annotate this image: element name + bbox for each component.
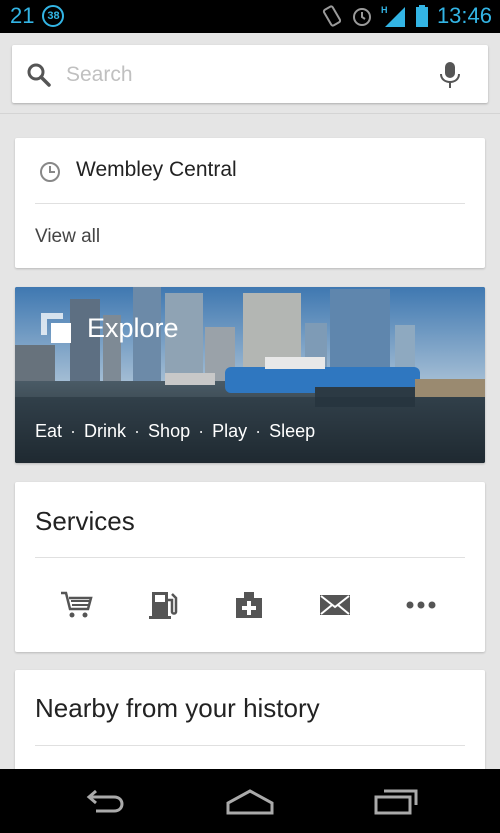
shopping-cart-icon: [61, 591, 93, 618]
explore-link-sleep[interactable]: Sleep: [269, 421, 315, 442]
rotation-lock-icon: [322, 5, 342, 27]
explore-link-eat[interactable]: Eat: [35, 421, 62, 442]
mail-icon: [320, 595, 350, 615]
separator-dot: ·: [134, 421, 141, 441]
card-divider: [35, 203, 465, 204]
home-button[interactable]: [222, 783, 278, 819]
microphone-icon[interactable]: [438, 61, 462, 89]
status-left: 21 38: [10, 3, 65, 29]
explore-link-play[interactable]: Play: [212, 421, 247, 442]
gas-station-service-button[interactable]: [133, 575, 193, 635]
card-divider: [35, 745, 465, 746]
gas-station-icon: [149, 592, 178, 619]
recent-place-item[interactable]: Wembley Central: [76, 158, 237, 182]
status-bar: 21 38 H 13:46: [0, 0, 500, 33]
explore-link-shop[interactable]: Shop: [148, 421, 190, 442]
services-row: [15, 575, 485, 635]
alarm-icon: [352, 8, 371, 26]
notification-badge: 38: [42, 5, 65, 27]
history-clock-icon: [40, 162, 60, 182]
card-divider: [35, 557, 465, 558]
signal-icon: H: [381, 5, 405, 27]
nearby-title: Nearby from your history: [35, 693, 320, 723]
back-button[interactable]: [76, 783, 132, 819]
explore-card[interactable]: Explore Eat · Drink · Shop · Play · Slee…: [15, 287, 485, 463]
explore-title: Explore: [87, 313, 179, 343]
clock-time: 13:46: [436, 3, 492, 28]
divider: [0, 113, 500, 114]
search-input[interactable]: [64, 59, 428, 91]
network-type: H: [381, 5, 388, 15]
search-icon: [27, 63, 51, 87]
back-icon: [86, 789, 124, 813]
pharmacy-icon: [236, 592, 262, 618]
post-office-service-button[interactable]: [305, 575, 365, 635]
services-card: Services: [15, 482, 485, 652]
recents-icon: [374, 789, 418, 815]
explore-logo-icon: [41, 313, 71, 343]
separator-dot: ·: [198, 421, 205, 441]
services-title: Services: [35, 506, 135, 536]
status-right: H 13:46: [321, 3, 492, 29]
more-services-button[interactable]: [391, 575, 451, 635]
recents-button[interactable]: [368, 783, 424, 819]
shopping-service-button[interactable]: [47, 575, 107, 635]
pharmacy-service-button[interactable]: [219, 575, 279, 635]
separator-dot: ·: [70, 421, 77, 441]
separator-dot: ·: [255, 421, 262, 441]
search-bar[interactable]: [12, 45, 488, 103]
home-icon: [226, 789, 274, 815]
explore-categories: Eat · Drink · Shop · Play · Sleep: [35, 421, 315, 442]
more-icon: [406, 601, 436, 609]
navigation-bar: [0, 769, 500, 833]
view-all-link[interactable]: View all: [35, 226, 100, 248]
recent-places-card: Wembley Central View all: [15, 138, 485, 268]
notification-number: 21: [10, 3, 35, 28]
explore-link-drink[interactable]: Drink: [84, 421, 126, 442]
battery-icon: [415, 5, 428, 27]
